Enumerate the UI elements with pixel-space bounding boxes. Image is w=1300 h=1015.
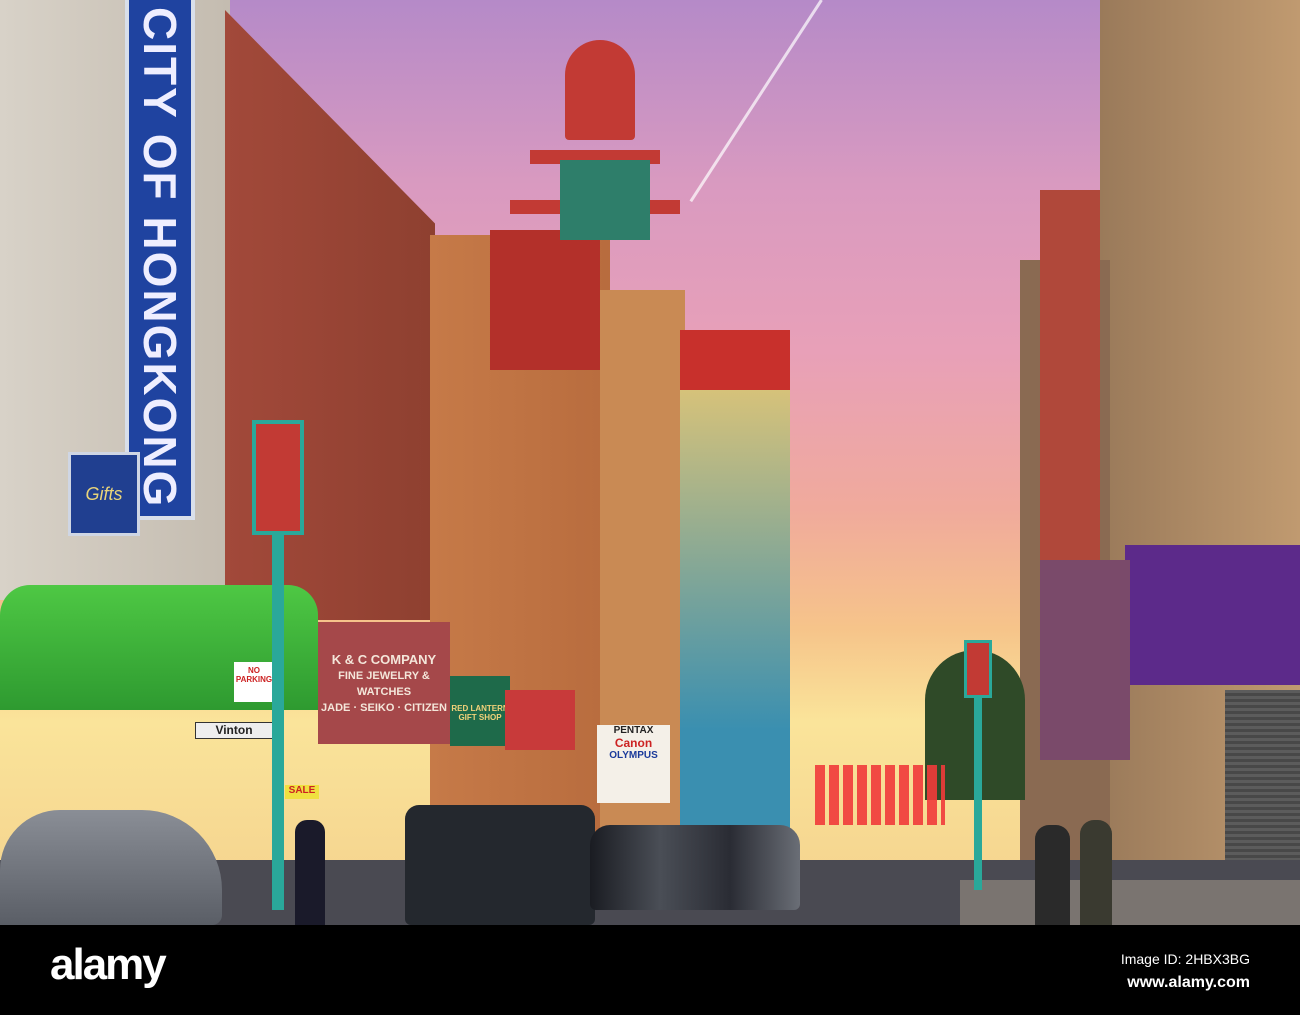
lamp-post <box>974 690 982 890</box>
sidewalk-right <box>960 880 1300 925</box>
gifts-sign: Gifts <box>68 452 140 536</box>
yellow-pagoda-building <box>680 330 790 830</box>
red-awning <box>505 690 575 750</box>
kc-title: K & C COMPANY <box>331 652 437 667</box>
no-parking-sign: NO PARKING <box>234 662 274 702</box>
red-roof-building <box>490 230 600 370</box>
dark-suv <box>405 805 595 925</box>
right-storefront <box>1040 560 1130 760</box>
parked-cars <box>590 825 800 910</box>
vertical-red-sign <box>1040 190 1100 560</box>
watermark-url: www.alamy.com <box>1127 974 1250 991</box>
lamp-post <box>272 530 284 910</box>
camera-shop-sign: PENTAX Canon OLYMPUS <box>597 725 670 803</box>
lanterns-shop-awning: RED LANTERN GIFT SHOP <box>450 676 510 746</box>
pagoda-body <box>560 160 650 240</box>
chinatown-street-photo: CITY OF HONGKONG Gifts K & C COMPANY FIN… <box>0 0 1300 925</box>
contrail <box>689 0 823 203</box>
pentax-label: PENTAX <box>613 725 654 736</box>
sale-sign: SALE <box>285 785 319 799</box>
lamp-lantern <box>964 640 992 698</box>
kc-line2: FINE JEWELRY & WATCHES <box>338 670 430 698</box>
vinton-street-sign: Vinton <box>195 722 273 739</box>
canon-label: Canon <box>614 736 653 750</box>
purple-awning <box>1125 545 1300 685</box>
pedestrian <box>1035 825 1070 925</box>
watermark-brand: alamy <box>50 940 167 989</box>
pagoda-tower <box>565 40 635 140</box>
pedestrian <box>295 820 325 925</box>
olympus-label: OLYMPUS <box>609 750 658 761</box>
watermark-image-id: Image ID: 2HBX3BG <box>1120 951 1250 967</box>
silver-car <box>0 810 222 925</box>
kc-line3: JADE · SEIKO · CITIZEN <box>321 702 447 714</box>
red-lanterns <box>815 765 945 825</box>
kc-company-sign: K & C COMPANY FINE JEWELRY & WATCHES JAD… <box>318 622 450 744</box>
city-of-hongkong-sign: CITY OF HONGKONG <box>125 0 195 520</box>
lamp-lantern <box>252 420 304 535</box>
pedestrian <box>1080 820 1112 925</box>
